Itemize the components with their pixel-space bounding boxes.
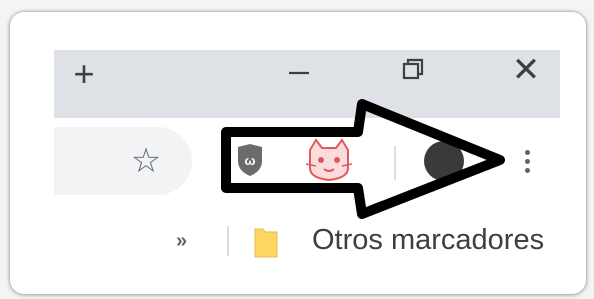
toolbar-separator [394, 146, 396, 180]
profile-button[interactable] [424, 141, 464, 181]
bookmarks-overflow-button[interactable]: » [176, 230, 187, 253]
bookmark-star-button[interactable]: ☆ [128, 143, 164, 179]
ublock-extension-button[interactable]: ω [236, 143, 264, 177]
minimize-button[interactable] [284, 58, 314, 88]
folder-icon [254, 228, 278, 258]
omnibox[interactable] [54, 127, 192, 195]
otros-marcadores-label[interactable]: Otros marcadores [312, 224, 544, 257]
ublock-origin-icon: ω [238, 144, 262, 176]
star-outline-icon: ☆ [130, 142, 162, 180]
chrome-menu-button[interactable] [520, 146, 534, 180]
close-button[interactable]: ✕ [508, 52, 544, 88]
close-icon: ✕ [511, 51, 541, 89]
svg-text:ω: ω [245, 153, 256, 168]
restore-icon [402, 58, 424, 80]
new-tab-button[interactable]: + [66, 56, 102, 92]
cat-extension-icon [305, 138, 353, 182]
bookmarks-separator [227, 226, 229, 256]
otros-marcadores-folder[interactable] [254, 226, 278, 258]
minimize-icon [289, 71, 309, 75]
three-dots-vertical-icon [520, 150, 534, 173]
cat-extension-button[interactable] [304, 138, 354, 182]
plus-icon: + [73, 53, 95, 94]
restore-button[interactable] [398, 54, 428, 84]
double-chevron-icon: » [176, 230, 188, 252]
